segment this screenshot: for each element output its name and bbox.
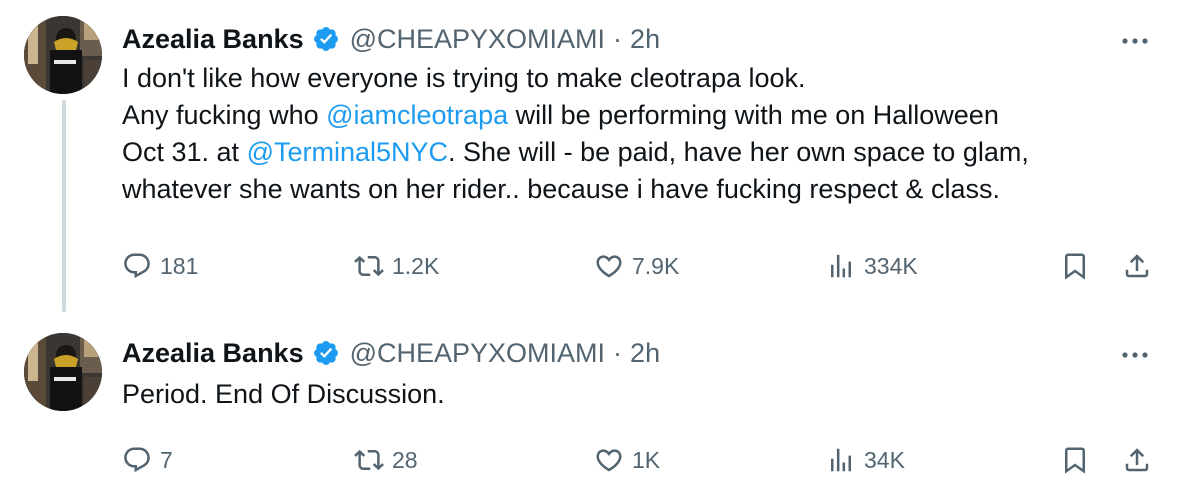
tweet-header: Azealia Banks @CHEAPYXOMIAMI · 2h xyxy=(122,22,660,56)
share-upload-icon xyxy=(1125,448,1149,472)
thread-line xyxy=(62,100,66,312)
reply-button[interactable]: 181 xyxy=(122,248,198,284)
tweet[interactable]: Azealia Banks @CHEAPYXOMIAMI · 2h I don'… xyxy=(0,0,1182,312)
heart-icon xyxy=(596,255,622,278)
bookmark-button[interactable] xyxy=(1060,248,1090,284)
reply-button[interactable]: 7 xyxy=(122,442,173,478)
like-button[interactable]: 1K xyxy=(594,442,660,478)
views-count: 34K xyxy=(864,446,905,473)
tweet-text-line: Any fucking who @iamcleotrapa will be pe… xyxy=(122,97,1162,134)
avatar[interactable] xyxy=(24,16,102,94)
speech-bubble-icon xyxy=(124,447,150,473)
like-count: 1K xyxy=(632,446,661,473)
avatar-image xyxy=(24,16,102,94)
share-upload-icon xyxy=(1125,254,1149,278)
repost-arrows-icon xyxy=(354,449,384,471)
reply-count: 7 xyxy=(160,446,173,473)
bookmark-icon xyxy=(1065,447,1085,474)
speech-bubble-icon xyxy=(124,253,150,279)
author-handle[interactable]: @CHEAPYXOMIAMI xyxy=(350,336,605,370)
more-dots-icon[interactable] xyxy=(1118,340,1152,370)
repost-arrows-icon xyxy=(354,255,384,277)
mention-link[interactable]: @iamcleotrapa xyxy=(326,100,508,130)
repost-count: 28 xyxy=(392,446,418,473)
separator-dot: · xyxy=(613,338,623,368)
like-count: 7.9K xyxy=(632,252,680,279)
avatar-image xyxy=(24,333,102,411)
text-segment: Any fucking who xyxy=(122,100,327,130)
repost-button[interactable]: 1.2K xyxy=(354,248,439,284)
avatar[interactable] xyxy=(24,333,102,411)
text-segment: Oct 31. at xyxy=(122,137,247,167)
timestamp[interactable]: 2h xyxy=(630,336,660,370)
text-segment: will be performing with me on Halloween xyxy=(508,100,999,130)
bookmark-button[interactable] xyxy=(1060,442,1090,478)
action-bar: 181 1.2K 7.9K 334K xyxy=(122,248,1162,284)
author-handle[interactable]: @CHEAPYXOMIAMI xyxy=(350,22,605,56)
tweet[interactable]: Azealia Banks @CHEAPYXOMIAMI · 2h Period… xyxy=(0,320,1182,502)
verified-badge-icon xyxy=(312,339,340,367)
verified-badge-icon xyxy=(312,25,340,53)
author-name[interactable]: Azealia Banks xyxy=(122,22,304,56)
tweet-text-line: I don't like how everyone is trying to m… xyxy=(122,63,806,93)
views-button[interactable]: 334K xyxy=(826,248,918,284)
tweet-header: Azealia Banks @CHEAPYXOMIAMI · 2h xyxy=(122,336,660,370)
tweet-text: Period. End Of Discussion. xyxy=(122,376,1162,413)
reply-count: 181 xyxy=(160,252,199,279)
like-button[interactable]: 7.9K xyxy=(594,248,679,284)
timestamp[interactable]: 2h xyxy=(630,22,660,56)
tweet-text: I don't like how everyone is trying to m… xyxy=(122,60,1162,208)
repost-button[interactable]: 28 xyxy=(354,442,418,478)
tweet-text-line: Oct 31. at @Terminal5NYC. She will - be … xyxy=(122,134,1162,171)
author-name[interactable]: Azealia Banks xyxy=(122,336,304,370)
views-button[interactable]: 34K xyxy=(826,442,905,478)
tweet-text-line: Period. End Of Discussion. xyxy=(122,379,445,409)
mention-link[interactable]: @Terminal5NYC xyxy=(247,137,448,167)
more-dots-icon[interactable] xyxy=(1118,26,1152,56)
separator-dot: · xyxy=(613,24,623,54)
bar-chart-icon xyxy=(831,254,851,278)
action-bar: 7 28 1K 34K xyxy=(122,442,1162,478)
views-count: 334K xyxy=(864,252,918,279)
share-button[interactable] xyxy=(1122,248,1152,284)
bar-chart-icon xyxy=(831,448,851,472)
tweet-text-line: whatever she wants on her rider.. becaus… xyxy=(122,174,1000,204)
heart-icon xyxy=(596,449,622,472)
bookmark-icon xyxy=(1065,253,1085,280)
text-segment: . She will - be paid, have her own space… xyxy=(448,137,1029,167)
repost-count: 1.2K xyxy=(392,252,440,279)
share-button[interactable] xyxy=(1122,442,1152,478)
